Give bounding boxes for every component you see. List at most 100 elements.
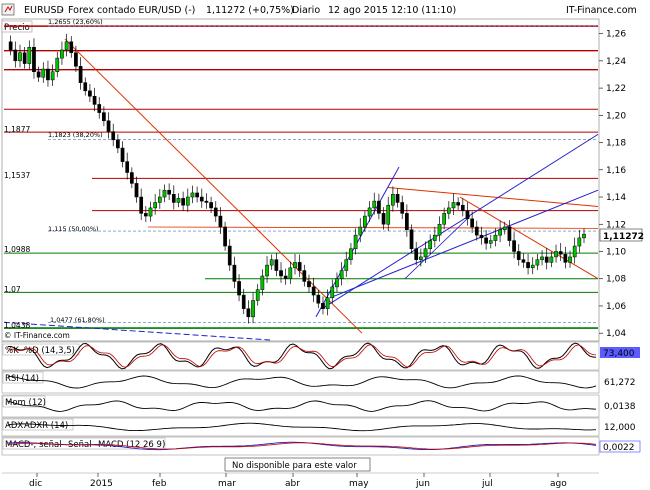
- y-tick-label: 1,04: [606, 329, 626, 339]
- candle-body: [437, 224, 442, 236]
- candle-body: [139, 196, 144, 214]
- candle-body: [232, 264, 237, 282]
- candle-body: [204, 200, 209, 203]
- candle-body: [60, 49, 64, 59]
- candle-body: [55, 57, 60, 72]
- y-tick-label: 1,18: [606, 139, 626, 149]
- candle-body: [582, 233, 586, 239]
- x-tick-label: mar: [218, 479, 236, 489]
- candle-body: [321, 302, 325, 309]
- instrument-label: Forex contado EUR/USD (-): [68, 5, 195, 16]
- candle-body: [395, 194, 400, 203]
- candle-body: [460, 204, 465, 211]
- adx-name: ADX: [5, 421, 23, 431]
- candle-body: [372, 200, 377, 209]
- x-tick-label: 2015: [90, 479, 113, 489]
- candle-body: [153, 202, 158, 209]
- candle-body: [106, 120, 111, 132]
- stochastic-panel: %K %D (14,3,5) 73,400: [1, 341, 640, 371]
- candle-body: [283, 275, 288, 279]
- candle-body: [181, 198, 185, 206]
- candle-body: [470, 218, 474, 228]
- candle-body: [423, 248, 428, 258]
- candle-body: [325, 297, 330, 309]
- candle-body: [377, 200, 381, 214]
- candle-body: [46, 68, 50, 81]
- candle-body: [535, 259, 540, 266]
- stoch-k-label: %K: [5, 346, 19, 356]
- adx-label: ADXR (14): [24, 421, 68, 431]
- candle-body: [102, 112, 106, 122]
- candle-body: [344, 259, 349, 271]
- candle-body: [265, 264, 269, 277]
- candle-body: [269, 259, 274, 266]
- chart-window: EURUSD - Forex contado EUR/USD (-) 1,112…: [0, 0, 650, 490]
- candle-body: [74, 52, 78, 67]
- candle-body: [88, 90, 92, 97]
- price-panel-label: Precio: [4, 23, 30, 33]
- candle-body: [414, 248, 419, 260]
- candle-body: [409, 229, 414, 250]
- candle-body: [111, 131, 116, 141]
- momentum-panel: Mom (12) 0,0138: [1, 394, 636, 418]
- candle-body: [446, 207, 451, 214]
- level-label: 1,1537: [4, 171, 30, 180]
- stock-chart: EURUSD - Forex contado EUR/USD (-) 1,112…: [0, 0, 650, 490]
- candle-body: [162, 189, 167, 198]
- y-tick-label: 1,22: [606, 84, 626, 94]
- y-tick-label: 1,08: [606, 275, 626, 285]
- candle-body: [227, 245, 232, 266]
- candle-body: [568, 256, 572, 263]
- candle-body: [288, 267, 293, 279]
- candle-body: [125, 161, 130, 173]
- candle-body: [171, 194, 176, 203]
- candle-body: [502, 226, 507, 230]
- level-label: 1,0988: [4, 245, 30, 254]
- stoch-value: 73,400: [603, 349, 635, 359]
- candle-body: [507, 226, 512, 241]
- candle-body: [176, 198, 181, 203]
- current-price-value: 1,11272: [603, 232, 644, 242]
- y-tick-label: 1,20: [606, 111, 626, 121]
- candle-body: [223, 226, 227, 247]
- candle-body: [185, 196, 190, 206]
- candle-body: [41, 68, 46, 78]
- x-tick-label: jul: [481, 479, 493, 489]
- candle-body: [572, 245, 577, 258]
- candle-body: [83, 82, 88, 92]
- candle-body: [120, 147, 125, 162]
- fib-label: 1,1823 (38,20%): [48, 131, 103, 139]
- candle-body: [400, 202, 405, 214]
- candle-body: [544, 256, 549, 263]
- candle-body: [540, 256, 544, 260]
- header-menu-icon[interactable]: [1, 3, 15, 16]
- candle-body: [335, 278, 339, 288]
- candle-body: [530, 264, 535, 269]
- candle-body: [130, 172, 134, 184]
- last-change-label: 1,11272 (+0,75%): [206, 5, 294, 16]
- y-tick-label: 1,24: [606, 57, 626, 67]
- candle-body: [493, 234, 498, 241]
- candle-body: [516, 251, 521, 260]
- adx-panel: ADX ADXR (14) 12,000: [1, 417, 636, 437]
- x-tick-label: abr: [285, 479, 300, 489]
- candle-body: [358, 226, 363, 236]
- candle-body: [307, 281, 311, 288]
- current-price-tag: 1,11272: [599, 228, 644, 242]
- candle-body: [577, 237, 582, 247]
- rsi-panel: RSI (14) 61,272: [1, 370, 636, 394]
- candle-body: [526, 262, 530, 269]
- x-tick-label: dic: [29, 479, 42, 489]
- candle-body: [428, 240, 433, 250]
- x-tick-label: may: [349, 479, 369, 489]
- level-label: 1,0438: [4, 321, 30, 330]
- candle-body: [316, 294, 321, 304]
- candle-body: [255, 289, 260, 301]
- x-tick-label: jun: [415, 479, 430, 489]
- candle-body: [479, 234, 484, 239]
- candle-body: [18, 52, 22, 62]
- candle-body: [349, 248, 353, 260]
- candle-body: [69, 41, 74, 53]
- candle-body: [293, 262, 297, 269]
- candle-body: [78, 66, 83, 83]
